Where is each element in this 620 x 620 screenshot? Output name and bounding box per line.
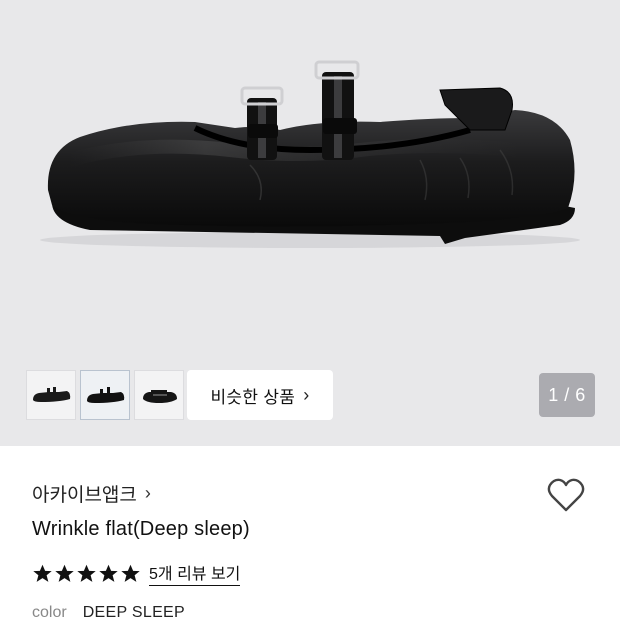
review-link[interactable]: 5개 리뷰 보기: [149, 560, 241, 586]
similar-products-label: 비슷한 상품: [210, 387, 296, 407]
chevron-right-icon: ›: [144, 483, 151, 503]
thumbnail-3[interactable]: [134, 370, 184, 420]
star-icon: [121, 564, 140, 582]
rating-stars: [32, 563, 141, 584]
product-image[interactable]: 비슷한 상품 › 1 / 6: [0, 0, 620, 446]
thumbnail-2[interactable]: [80, 370, 130, 420]
shoe-top-thumbnail-icon: [143, 390, 177, 403]
shoe-side-thumbnail-icon: [87, 387, 125, 403]
color-row: color DEEP SLEEP: [32, 604, 185, 620]
product-info: 아카이브앱크 › Wrinkle flat(Deep sleep) 5개 리뷰 …: [0, 446, 620, 620]
thumbnail-strip: [26, 370, 184, 420]
color-value: DEEP SLEEP: [82, 604, 185, 620]
brand-name: 아카이브앱크: [32, 485, 137, 506]
shoe-side-thumbnail-icon: [33, 387, 71, 402]
star-icon: [55, 564, 74, 582]
star-icon: [77, 564, 96, 582]
product-title: Wrinkle flat(Deep sleep): [32, 518, 250, 540]
color-label: color: [32, 604, 67, 620]
image-counter: 1 / 6: [539, 373, 595, 417]
similar-products-button[interactable]: 비슷한 상품 ›: [187, 370, 333, 420]
chevron-right-icon: ›: [303, 384, 310, 405]
star-icon: [99, 564, 118, 582]
brand-link[interactable]: 아카이브앱크 ›: [32, 480, 151, 507]
thumbnail-1[interactable]: [26, 370, 76, 420]
star-icon: [33, 564, 52, 582]
rating-row: 5개 리뷰 보기: [32, 560, 241, 586]
heart-icon[interactable]: [546, 476, 586, 514]
